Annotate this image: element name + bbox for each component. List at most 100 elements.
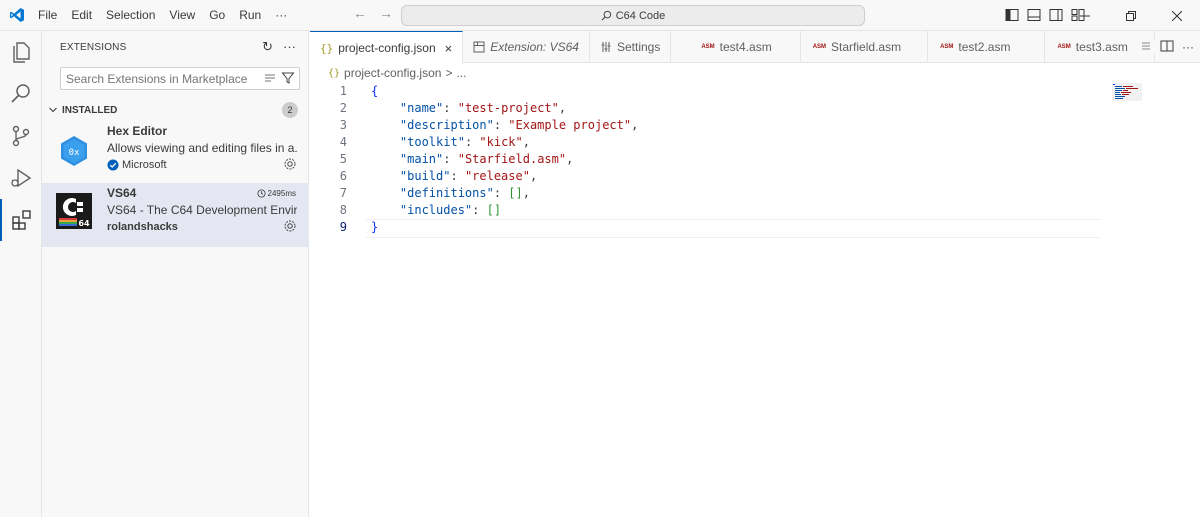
settings-icon: [601, 42, 611, 52]
json-file-icon: {}: [320, 41, 334, 55]
toggle-panel-icon[interactable]: [1027, 8, 1041, 22]
code-line[interactable]: 3 "description": "Example project",: [310, 117, 1100, 134]
menu-bar: File Edit Selection View Go Run ···: [34, 0, 294, 31]
tab-test2-asm[interactable]: ASM test2.asm: [928, 31, 1046, 63]
extension-description: VS64 - The C64 Development Envir...: [107, 203, 297, 217]
menu-go[interactable]: Go: [202, 0, 232, 31]
extension-preview-icon: [473, 41, 485, 53]
line-number: 8: [339, 203, 347, 217]
breadcrumb-rest[interactable]: ...: [456, 66, 466, 80]
editor-area: {} project-config.json × Extension: VS64…: [310, 31, 1200, 517]
forward-arrow-icon[interactable]: →: [378, 5, 394, 21]
line-content: "includes": []: [399, 203, 502, 217]
editor-actions: ···: [1140, 40, 1194, 54]
open-changes-icon[interactable]: [1140, 40, 1152, 52]
json-key: "includes": [399, 203, 473, 217]
json-value: "kick": [479, 135, 523, 149]
line-content: "name": "test-project",: [399, 101, 567, 115]
menu-edit[interactable]: Edit: [64, 0, 99, 31]
code-line[interactable]: 5 "main": "Starfield.asm",: [310, 151, 1100, 168]
tab-extension-vs64[interactable]: Extension: VS64: [463, 31, 590, 63]
line-number: 7: [339, 186, 347, 200]
tab-label: test4.asm: [719, 40, 772, 54]
asm-file-icon: ASM: [812, 44, 827, 50]
line-number: 6: [339, 169, 347, 183]
minimize-icon[interactable]: [1062, 0, 1108, 31]
installed-section-header[interactable]: INSTALLED 2: [42, 99, 309, 121]
filter-icon[interactable]: [281, 71, 295, 85]
vscode-logo-icon: [0, 0, 34, 31]
hex-editor-logo-icon: 0x: [58, 135, 90, 167]
extensions-icon[interactable]: [0, 199, 42, 241]
json-value: "Example project": [508, 118, 632, 132]
breadcrumb: {} project-config.json > ...: [328, 66, 466, 80]
line-content: "toolkit": "kick",: [399, 135, 530, 149]
more-actions-icon[interactable]: ···: [283, 39, 296, 55]
title-bar: File Edit Selection View Go Run ··· ← → …: [0, 0, 1200, 31]
menu-run[interactable]: Run: [232, 0, 268, 31]
gear-icon[interactable]: [283, 157, 297, 171]
extension-name: Hex Editor: [107, 124, 168, 138]
tab-label: Settings: [616, 40, 661, 54]
clear-filter-icon[interactable]: [263, 71, 277, 85]
code-editor[interactable]: 1{2 "name": "test-project", 3 "descriptio…: [310, 83, 1100, 238]
breadcrumb-file[interactable]: project-config.json: [344, 66, 441, 80]
code-line[interactable]: 1{: [310, 83, 1100, 100]
code-line[interactable]: 6 "build": "release",: [310, 168, 1100, 185]
asm-file-icon: ASM: [701, 44, 715, 50]
code-line[interactable]: 4 "toolkit": "kick",: [310, 134, 1100, 151]
code-line[interactable]: 7 "definitions": [],: [310, 185, 1100, 202]
section-label: INSTALLED: [62, 104, 118, 116]
line-number: 3: [339, 118, 347, 132]
extension-item-vs64[interactable]: 64 VS64 2495ms VS64 - The C64 Developmen…: [42, 183, 309, 247]
explorer-icon[interactable]: [0, 31, 42, 73]
tab-project-config-json[interactable]: {} project-config.json ×: [310, 31, 464, 64]
extensions-search-input[interactable]: Search Extensions in Marketplace: [60, 67, 300, 90]
json-value: "test-project": [457, 101, 559, 115]
asm-file-icon: ASM: [940, 44, 954, 50]
verified-badge-icon: [107, 159, 119, 171]
line-content: "build": "release",: [399, 169, 538, 183]
publisher-name: rolandshacks: [107, 221, 178, 233]
gear-icon[interactable]: [283, 219, 297, 233]
code-line[interactable]: 9}: [310, 219, 1100, 238]
close-window-icon[interactable]: [1154, 0, 1200, 31]
menu-view[interactable]: View: [162, 0, 202, 31]
tab-test4-asm[interactable]: ASM test4.asm: [671, 31, 801, 63]
split-editor-icon[interactable]: [1160, 40, 1174, 52]
toggle-secondary-sidebar-icon[interactable]: [1049, 8, 1063, 22]
back-arrow-icon[interactable]: ←: [352, 5, 368, 21]
menu-more[interactable]: ···: [268, 0, 294, 31]
minimap[interactable]: [1112, 83, 1142, 101]
search-placeholder: Search Extensions in Marketplace: [66, 71, 248, 86]
tab-settings[interactable]: Settings: [590, 31, 672, 63]
code-line[interactable]: 8 "includes": []: [310, 202, 1100, 219]
tab-label: project-config.json: [338, 41, 436, 55]
refresh-icon[interactable]: ↻: [262, 39, 273, 55]
extension-description: Allows viewing and editing files in a...: [107, 141, 297, 155]
toggle-primary-sidebar-icon[interactable]: [1005, 8, 1019, 22]
more-actions-icon[interactable]: ···: [1182, 40, 1194, 54]
restore-icon[interactable]: [1108, 0, 1154, 31]
menu-selection[interactable]: Selection: [99, 0, 162, 31]
run-debug-icon[interactable]: [0, 157, 42, 199]
asm-file-icon: ASM: [1057, 44, 1071, 50]
search-icon[interactable]: [0, 73, 42, 115]
tab-test3-asm[interactable]: ASM test3.asm: [1045, 31, 1155, 63]
close-icon[interactable]: ×: [445, 41, 453, 56]
json-value: "Starfield.asm": [457, 152, 567, 166]
tab-starfield-asm[interactable]: ASM Starfield.asm: [801, 31, 929, 63]
json-file-icon: {}: [328, 67, 341, 79]
code-line[interactable]: 2 "name": "test-project",: [310, 100, 1100, 117]
source-control-icon[interactable]: [0, 115, 42, 157]
menu-file[interactable]: File: [34, 0, 64, 31]
activation-time: 2495ms: [257, 189, 296, 198]
tab-label: test2.asm: [958, 40, 1011, 54]
json-key: "main": [399, 152, 444, 166]
extension-item-hex-editor[interactable]: 0x Hex Editor Allows viewing and editing…: [42, 121, 309, 185]
command-center-label: C64 Code: [615, 9, 666, 22]
window-controls: [1062, 0, 1200, 31]
line-number: 9: [339, 220, 347, 234]
json-key: "name": [399, 101, 444, 115]
command-center[interactable]: C64 Code: [401, 5, 865, 26]
